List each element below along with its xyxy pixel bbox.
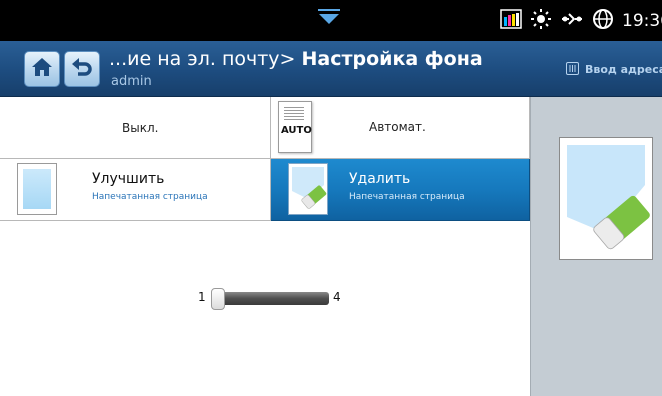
option-erase-sub: Напечатанная страница <box>349 192 465 202</box>
current-page-title: Настройка фона <box>301 48 483 70</box>
home-button[interactable] <box>24 51 60 87</box>
level-slider[interactable]: 1 4 <box>198 288 358 310</box>
back-button[interactable] <box>64 51 100 87</box>
option-erase[interactable]: Удалить Напечатанная страница <box>271 159 530 221</box>
slider-max-label: 4 <box>333 290 341 304</box>
notification-pulldown-icon[interactable] <box>316 7 342 27</box>
title-bar: ...ие на эл. почту> Настройка фона admin… <box>0 41 662 97</box>
option-erase-label: Удалить <box>349 171 411 187</box>
option-auto[interactable]: AUTO Автомат. <box>271 97 530 159</box>
network-icon <box>560 9 584 33</box>
status-bar: 19:36 <box>0 0 662 41</box>
enter-address-button[interactable]: Ввод адреса <box>566 59 662 79</box>
enter-address-label: Ввод адреса <box>585 62 662 76</box>
auto-document-icon: AUTO <box>278 101 312 153</box>
keypad-icon <box>566 60 579 79</box>
option-enhance[interactable]: Улучшить Напечатанная страница <box>0 159 271 221</box>
option-enhance-label: Улучшить <box>92 171 165 187</box>
slider-min-label: 1 <box>198 290 206 304</box>
status-clock: 19:36 <box>622 11 662 31</box>
slider-track[interactable] <box>219 292 329 305</box>
option-auto-label: Автомат. <box>369 120 426 134</box>
page-title: ...ие на эл. почту> Настройка фона <box>109 48 483 70</box>
brightness-icon <box>530 8 552 34</box>
preview-page-image <box>559 137 653 260</box>
background-options: Выкл. AUTO Автомат. Улучшить Напечатанна… <box>0 97 530 221</box>
option-enhance-sub: Напечатанная страница <box>92 192 208 202</box>
option-off[interactable]: Выкл. <box>0 97 271 159</box>
option-off-label: Выкл. <box>122 121 159 135</box>
eraser-icon <box>288 163 328 215</box>
back-arrow-icon <box>70 56 94 82</box>
toner-level-icon <box>500 9 522 33</box>
enhance-page-icon <box>17 163 57 215</box>
preview-panel <box>530 97 662 396</box>
slider-thumb[interactable] <box>211 288 225 310</box>
globe-icon <box>592 8 614 34</box>
home-icon <box>30 56 54 82</box>
user-name: admin <box>111 74 152 89</box>
breadcrumb: ...ие на эл. почту> <box>109 48 296 70</box>
